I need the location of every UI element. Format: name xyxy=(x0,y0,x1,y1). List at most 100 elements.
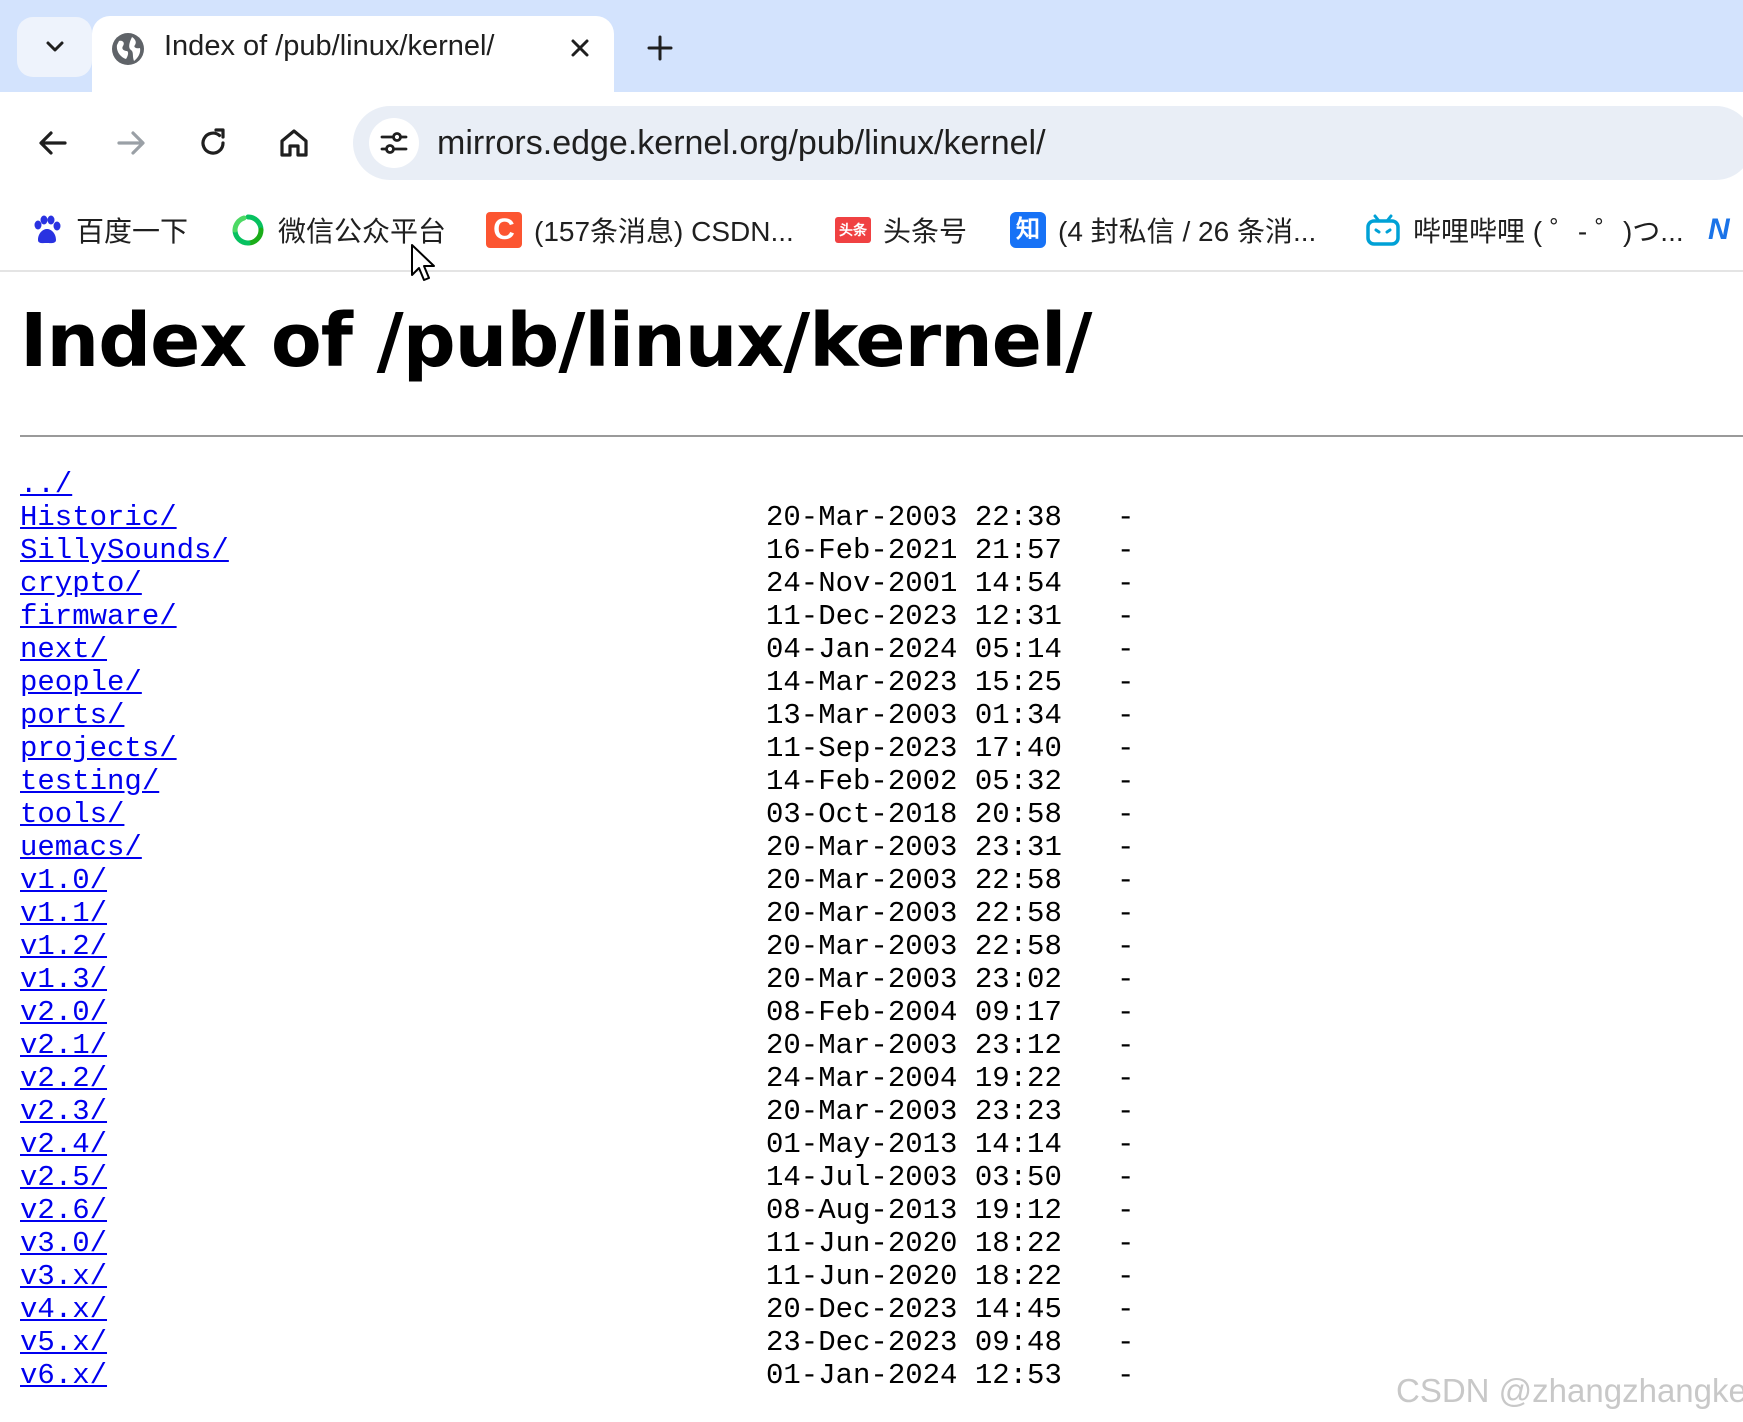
listing-row: Historic/20-Mar-2003 22:38 - xyxy=(20,501,1720,534)
modified-date: 01-Jan-2024 12:53 xyxy=(766,1359,1062,1392)
directory-link[interactable]: v1.3/ xyxy=(20,963,107,996)
directory-link[interactable]: v2.1/ xyxy=(20,1029,107,1062)
plus-icon xyxy=(647,35,673,61)
directory-link[interactable]: people/ xyxy=(20,666,142,699)
file-size: - xyxy=(1117,1359,1135,1392)
forward-button[interactable] xyxy=(108,120,154,166)
file-size: - xyxy=(1117,1194,1135,1227)
bookmark-bilibili[interactable]: 哔哩哔哩 ( ゜- ゜)つ... xyxy=(1365,210,1684,250)
home-button[interactable] xyxy=(271,120,317,166)
directory-link[interactable]: v2.0/ xyxy=(20,996,107,1029)
bookmark-label: 百度一下 xyxy=(76,216,189,247)
new-tab-button[interactable] xyxy=(640,28,680,68)
directory-link[interactable]: v2.3/ xyxy=(20,1095,107,1128)
reload-button[interactable] xyxy=(190,120,236,166)
directory-link[interactable]: uemacs/ xyxy=(20,831,142,864)
address-bar[interactable]: mirrors.edge.kernel.org/pub/linux/kernel… xyxy=(353,106,1743,180)
back-button[interactable] xyxy=(30,120,76,166)
listing-row: SillySounds/16-Feb-2021 21:57 - xyxy=(20,534,1720,567)
parent-directory-link[interactable]: ../ xyxy=(20,468,72,501)
file-size: - xyxy=(1117,567,1135,600)
reload-icon xyxy=(201,128,225,155)
bookmark-csdn[interactable]: C (157条消息) CSDN... xyxy=(486,210,794,250)
listing-row: tools/03-Oct-2018 20:58 - xyxy=(20,798,1720,831)
directory-link[interactable]: Historic/ xyxy=(20,501,177,534)
directory-link[interactable]: crypto/ xyxy=(20,567,142,600)
directory-link[interactable]: v1.2/ xyxy=(20,930,107,963)
modified-date: 20-Mar-2003 22:58 xyxy=(766,930,1062,963)
listing-row: v4.x/20-Dec-2023 14:45 - xyxy=(20,1293,1720,1326)
tab-strip: Index of /pub/linux/kernel/ xyxy=(0,0,1743,96)
bookmark-toutiao[interactable]: 头条 头条号 xyxy=(835,210,967,250)
modified-date: 20-Mar-2003 23:31 xyxy=(766,831,1062,864)
bookmark-zhihu[interactable]: 知 (4 封私信 / 26 条消... xyxy=(1010,210,1316,250)
modified-date: 20-Mar-2003 23:02 xyxy=(766,963,1062,996)
directory-link[interactable]: v1.1/ xyxy=(20,897,107,930)
tune-icon xyxy=(380,132,408,154)
modified-date: 01-May-2013 14:14 xyxy=(766,1128,1062,1161)
file-size: - xyxy=(1117,666,1135,699)
bookmark-overflow-partial[interactable]: N xyxy=(1708,210,1730,250)
modified-date: 08-Aug-2013 19:12 xyxy=(766,1194,1062,1227)
listing-row: crypto/24-Nov-2001 14:54 - xyxy=(20,567,1720,600)
directory-link[interactable]: v3.0/ xyxy=(20,1227,107,1260)
listing-row: v2.4/01-May-2013 14:14 - xyxy=(20,1128,1720,1161)
directory-link[interactable]: v2.2/ xyxy=(20,1062,107,1095)
directory-link[interactable]: v6.x/ xyxy=(20,1359,107,1392)
bookmark-baidu[interactable]: 百度一下 xyxy=(28,210,188,250)
modified-date: 11-Dec-2023 12:31 xyxy=(766,600,1062,633)
directory-link[interactable]: SillySounds/ xyxy=(20,534,229,567)
directory-link[interactable]: v2.4/ xyxy=(20,1128,107,1161)
listing-row: v1.3/20-Mar-2003 23:02 - xyxy=(20,963,1720,996)
file-size: - xyxy=(1117,600,1135,633)
listing-row: v2.6/08-Aug-2013 19:12 - xyxy=(20,1194,1720,1227)
directory-link[interactable]: v4.x/ xyxy=(20,1293,107,1326)
bookmark-label: (4 封私信 / 26 条消... xyxy=(1058,216,1317,247)
directory-link[interactable]: firmware/ xyxy=(20,600,177,633)
file-size: - xyxy=(1117,897,1135,930)
modified-date: 20-Mar-2003 22:58 xyxy=(766,897,1062,930)
modified-date: 24-Nov-2001 14:54 xyxy=(766,567,1062,600)
file-size: - xyxy=(1117,798,1135,831)
modified-date: 11-Sep-2023 17:40 xyxy=(766,732,1062,765)
tab-search-button[interactable] xyxy=(17,17,92,77)
toutiao-icon: 头条 xyxy=(835,217,871,243)
listing-row: v2.5/14-Jul-2003 03:50 - xyxy=(20,1161,1720,1194)
directory-link[interactable]: v3.x/ xyxy=(20,1260,107,1293)
listing-row: firmware/11-Dec-2023 12:31 - xyxy=(20,600,1720,633)
directory-link[interactable]: projects/ xyxy=(20,732,177,765)
listing-row: v2.0/08-Feb-2004 09:17 - xyxy=(20,996,1720,1029)
modified-date: 20-Mar-2003 22:38 xyxy=(766,501,1062,534)
directory-link[interactable]: v2.6/ xyxy=(20,1194,107,1227)
horizontal-rule xyxy=(20,435,1743,437)
file-size: - xyxy=(1117,1161,1135,1194)
file-size: - xyxy=(1117,1095,1135,1128)
bookmark-label: (157条消息) CSDN... xyxy=(534,216,794,247)
site-info-button[interactable] xyxy=(369,118,419,168)
directory-link[interactable]: v1.0/ xyxy=(20,864,107,897)
file-size: - xyxy=(1117,1260,1135,1293)
bookmark-label: 哔哩哔哩 ( ゜- ゜)つ... xyxy=(1413,216,1684,247)
file-size: - xyxy=(1117,930,1135,963)
directory-link[interactable]: tools/ xyxy=(20,798,124,831)
directory-link[interactable]: v5.x/ xyxy=(20,1326,107,1359)
file-size: - xyxy=(1117,1062,1135,1095)
directory-link[interactable]: next/ xyxy=(20,633,107,666)
url-text[interactable]: mirrors.edge.kernel.org/pub/linux/kernel… xyxy=(437,124,1046,163)
tab-close-button[interactable] xyxy=(562,30,598,66)
file-size: - xyxy=(1117,1326,1135,1359)
directory-link[interactable]: ports/ xyxy=(20,699,124,732)
active-tab[interactable]: Index of /pub/linux/kernel/ xyxy=(92,16,614,96)
directory-link[interactable]: v2.5/ xyxy=(20,1161,107,1194)
bookmarks-bar: 百度一下 微信公众平台 C (157条消息) CSDN... 头条 头条号 知 … xyxy=(0,190,1743,272)
listing-row: v1.1/20-Mar-2003 22:58 - xyxy=(20,897,1720,930)
file-size: - xyxy=(1117,534,1135,567)
bilibili-icon xyxy=(1365,212,1401,248)
directory-link[interactable]: testing/ xyxy=(20,765,159,798)
zhihu-icon: 知 xyxy=(1010,212,1046,248)
wechat-official-icon xyxy=(230,212,266,248)
listing-row: next/04-Jan-2024 05:14 - xyxy=(20,633,1720,666)
file-size: - xyxy=(1117,732,1135,765)
modified-date: 14-Jul-2003 03:50 xyxy=(766,1161,1062,1194)
modified-date: 11-Jun-2020 18:22 xyxy=(766,1227,1062,1260)
